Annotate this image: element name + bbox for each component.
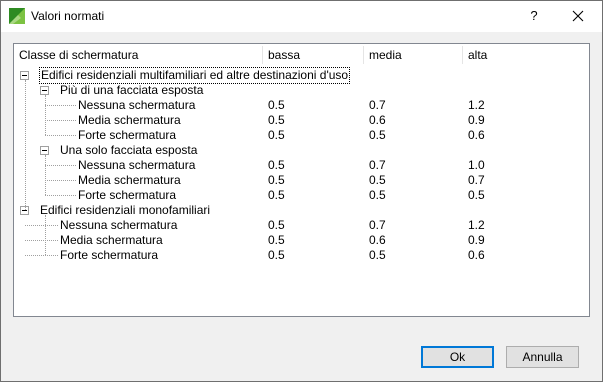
column-header-class[interactable]: Classe di schermatura bbox=[15, 44, 138, 66]
cancel-button[interactable]: Annulla bbox=[506, 346, 579, 368]
tree-guide-line bbox=[45, 215, 46, 255]
tree-connector bbox=[25, 225, 58, 226]
tree-row[interactable]: Forte schermatura 0.5 0.5 0.5 bbox=[14, 188, 589, 203]
tree-row[interactable]: Più di una facciata esposta bbox=[14, 83, 589, 98]
value-media: 0.6 bbox=[369, 113, 386, 127]
value-bassa: 0.5 bbox=[268, 188, 285, 202]
shading-tree-list[interactable]: Classe di schermatura bassa media alta E… bbox=[13, 43, 590, 317]
help-button[interactable]: ? bbox=[523, 5, 545, 27]
column-header: Classe di schermatura bassa media alta bbox=[14, 44, 589, 66]
ok-button[interactable]: Ok bbox=[421, 346, 494, 368]
tree-item-label: Edifici residenziali multifamiliari ed a… bbox=[38, 67, 351, 84]
value-bassa: 0.5 bbox=[268, 98, 285, 112]
tree-row[interactable]: Nessuna schermatura 0.5 0.7 1.2 bbox=[14, 98, 589, 113]
value-media: 0.7 bbox=[369, 158, 386, 172]
tree-connector bbox=[25, 255, 58, 256]
tree-item-label: Media schermatura bbox=[60, 233, 163, 247]
tree-item-label: Nessuna schermatura bbox=[78, 158, 196, 172]
close-icon[interactable] bbox=[566, 5, 590, 27]
value-bassa: 0.5 bbox=[268, 218, 285, 232]
value-media: 0.5 bbox=[369, 173, 386, 187]
value-media: 0.5 bbox=[369, 188, 386, 202]
value-bassa: 0.5 bbox=[268, 128, 285, 142]
tree-item-label: Più di una facciata esposta bbox=[60, 83, 204, 97]
value-alta: 0.6 bbox=[468, 248, 485, 262]
tree-connector bbox=[45, 105, 76, 106]
collapse-toggle-icon[interactable] bbox=[40, 146, 49, 155]
value-media: 0.5 bbox=[369, 248, 386, 262]
tree-connector bbox=[45, 195, 76, 196]
collapse-toggle-icon[interactable] bbox=[20, 71, 29, 80]
tree-row[interactable]: Edifici residenziali monofamiliari bbox=[14, 203, 589, 218]
tree-item-label: Media schermatura bbox=[78, 113, 181, 127]
app-icon bbox=[9, 8, 25, 24]
tree-row[interactable]: Nessuna schermatura 0.5 0.7 1.0 bbox=[14, 158, 589, 173]
collapse-toggle-icon[interactable] bbox=[40, 86, 49, 95]
value-alta: 0.9 bbox=[468, 233, 485, 247]
tree-row[interactable]: Una solo facciata esposta bbox=[14, 143, 589, 158]
tree-row[interactable]: Media schermatura 0.5 0.5 0.7 bbox=[14, 173, 589, 188]
value-alta: 0.7 bbox=[468, 173, 485, 187]
value-alta: 1.2 bbox=[468, 98, 485, 112]
value-bassa: 0.5 bbox=[268, 158, 285, 172]
tree-row[interactable]: Edifici residenziali multifamiliari ed a… bbox=[14, 67, 589, 84]
value-alta: 0.5 bbox=[468, 188, 485, 202]
tree-connector bbox=[25, 240, 58, 241]
tree-connector bbox=[45, 120, 76, 121]
value-media: 0.7 bbox=[369, 98, 386, 112]
tree-connector bbox=[45, 135, 76, 136]
value-alta: 1.0 bbox=[468, 158, 485, 172]
tree-guide-line bbox=[45, 95, 46, 135]
value-alta: 1.2 bbox=[468, 218, 485, 232]
tree-row[interactable]: Forte schermatura 0.5 0.5 0.6 bbox=[14, 248, 589, 263]
dialog-window: Valori normati ? Classe di schermatura b… bbox=[0, 0, 603, 382]
value-bassa: 0.5 bbox=[268, 248, 285, 262]
tree-row[interactable]: Nessuna schermatura 0.5 0.7 1.2 bbox=[14, 218, 589, 233]
tree-item-label: Forte schermatura bbox=[78, 128, 177, 142]
tree-item-label: Media schermatura bbox=[78, 173, 181, 187]
tree-connector bbox=[45, 180, 76, 181]
column-header-bassa[interactable]: bassa bbox=[264, 44, 300, 66]
value-media: 0.7 bbox=[369, 218, 386, 232]
value-bassa: 0.5 bbox=[268, 173, 285, 187]
tree-item-label: Una solo facciata esposta bbox=[60, 143, 198, 157]
tree-connector bbox=[45, 165, 76, 166]
value-alta: 0.9 bbox=[468, 113, 485, 127]
tree-row[interactable]: Forte schermatura 0.5 0.5 0.6 bbox=[14, 128, 589, 143]
tree-guide-line bbox=[45, 155, 46, 195]
tree-item-label: Forte schermatura bbox=[60, 248, 159, 262]
value-alta: 0.6 bbox=[468, 128, 485, 142]
value-bassa: 0.5 bbox=[268, 233, 285, 247]
tree-guide-line bbox=[25, 80, 26, 210]
tree-item-label: Edifici residenziali monofamiliari bbox=[40, 203, 211, 217]
value-bassa: 0.5 bbox=[268, 113, 285, 127]
tree-item-label: Nessuna schermatura bbox=[60, 218, 178, 232]
title-bar: Valori normati ? bbox=[1, 1, 602, 32]
value-media: 0.5 bbox=[369, 128, 386, 142]
window-title: Valori normati bbox=[31, 9, 105, 23]
tree-item-label: Nessuna schermatura bbox=[78, 98, 196, 112]
tree-row[interactable]: Media schermatura 0.5 0.6 0.9 bbox=[14, 113, 589, 128]
tree-item-label: Forte schermatura bbox=[78, 188, 177, 202]
tree-row[interactable]: Media schermatura 0.5 0.6 0.9 bbox=[14, 233, 589, 248]
column-header-alta[interactable]: alta bbox=[464, 44, 487, 66]
value-media: 0.6 bbox=[369, 233, 386, 247]
column-header-media[interactable]: media bbox=[365, 44, 402, 66]
